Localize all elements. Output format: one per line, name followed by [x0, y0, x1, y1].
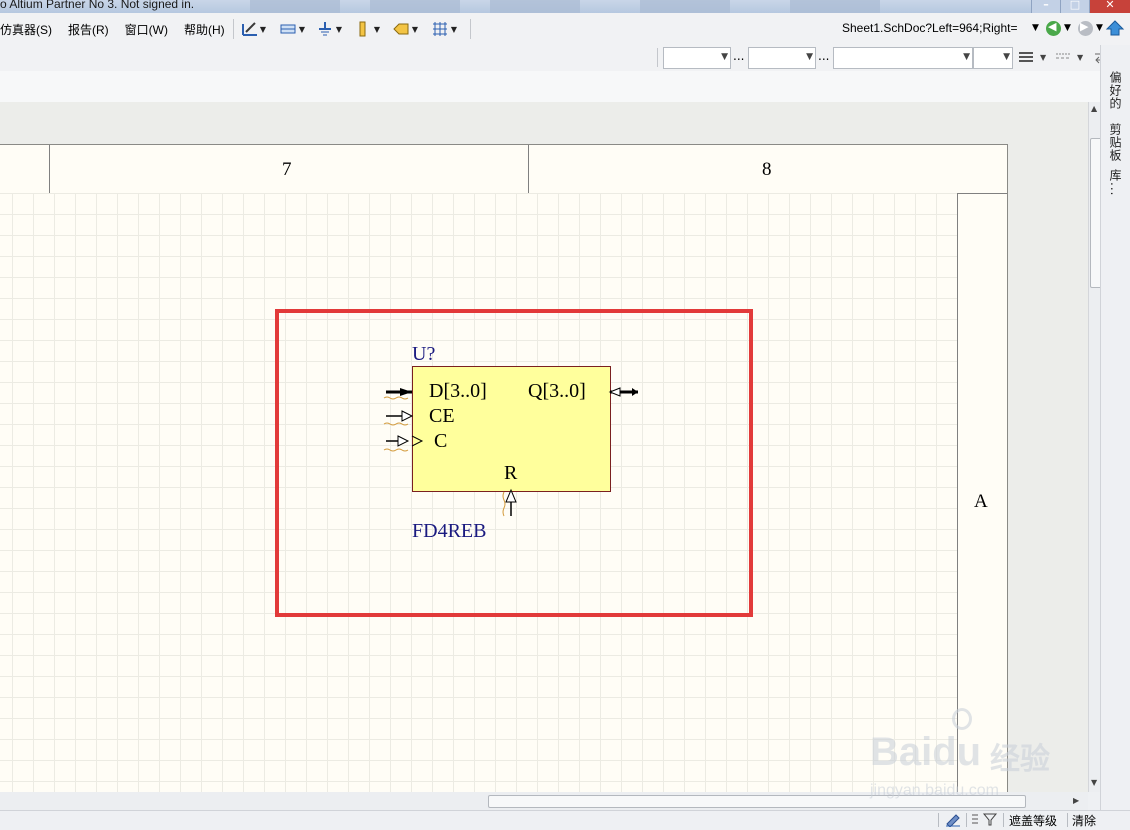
zone-header-row: 7 8 [0, 145, 1007, 194]
status-separator [966, 813, 967, 827]
pin-icon[interactable]: ▼ [354, 20, 380, 38]
menu-window[interactable]: 窗口(W) [125, 21, 168, 38]
right-panel: 偏好的 剪贴板 库... [1100, 45, 1130, 810]
window-title: o Altium Partner No 3. Not signed in. [0, 0, 195, 11]
back-icon[interactable]: ◀ [1046, 20, 1061, 36]
close-button[interactable]: ✕ [1089, 0, 1130, 13]
menu-bar: 仿真器(S) 报告(R) 窗口(W) 帮助(H) ▼ ▼ ▼ ▼ ▼ ▼ She… [0, 13, 1130, 45]
dropdown-arrow-icon: ▼ [963, 52, 970, 62]
taskbar-ghost [490, 0, 580, 13]
zone-row-label: A [974, 491, 988, 512]
pin-d-wavy [383, 396, 409, 400]
dropdown-arrow-icon: ▼ [1003, 52, 1010, 62]
status-separator [1067, 813, 1068, 827]
zone-column-label: 7 [282, 159, 292, 180]
taskbar-ghost [790, 0, 880, 13]
pin-ce-wavy [383, 422, 409, 426]
width-combo[interactable]: ▼ [973, 47, 1013, 69]
pin-ce-arrow [401, 410, 414, 422]
zone-column-label: 8 [762, 159, 772, 180]
pin-c-arrow [397, 435, 410, 447]
toolbar-separator [657, 48, 658, 67]
dropdown-arrow-icon: ▼ [721, 52, 728, 62]
ellipsis-label: ... [733, 49, 745, 63]
filter-icon[interactable] [970, 812, 1000, 830]
bus-icon[interactable]: ▼ [279, 20, 305, 38]
watermark-cn: 经验 [990, 742, 1050, 777]
component-designator[interactable]: U? [412, 343, 435, 366]
taskbar-ghost [250, 0, 340, 13]
port-icon[interactable]: ▼ [392, 20, 418, 38]
scroll-up-icon[interactable]: ▲ [1091, 104, 1097, 113]
tab-favorites[interactable]: 偏好的 [1107, 71, 1124, 110]
grid-icon[interactable]: ▼ [431, 20, 457, 38]
taskbar-ghost [640, 0, 730, 13]
clear-button[interactable]: 清除 [1072, 812, 1096, 829]
paw-icon [952, 708, 972, 730]
ground-icon[interactable]: ▼ [316, 20, 342, 38]
pin-q-arrow [608, 387, 621, 397]
zone-divider [49, 145, 50, 193]
tab-libraries[interactable]: 库... [1107, 169, 1124, 196]
watermark-brand: Baidu [870, 730, 981, 775]
ellipsis-label: ... [818, 49, 830, 63]
size-combo[interactable]: ▼ [748, 47, 816, 69]
menu-reports[interactable]: 报告(R) [68, 21, 109, 38]
component-pins [383, 387, 638, 517]
pin-c-clock [411, 435, 424, 447]
pin-q-tip [632, 388, 638, 396]
pin-r-wavy [502, 491, 506, 517]
address-dropdown-icon[interactable]: ▼ [1032, 23, 1039, 33]
toolbar-separator [470, 19, 471, 39]
watermark-brand-a: Bai [870, 730, 933, 774]
component-comment[interactable]: FD4REB [412, 520, 486, 543]
baidu-watermark: Baidu 经验 jingyan.baidu.com [870, 700, 1080, 810]
maximize-button[interactable]: □ [1060, 0, 1089, 13]
style-combo[interactable]: ▼ [833, 47, 973, 69]
document-address[interactable]: Sheet1.SchDoc?Left=964;Right= [842, 21, 1038, 37]
minimize-button[interactable]: – [1031, 0, 1060, 13]
dropdown-arrow-icon[interactable]: ▼ [1040, 53, 1046, 62]
line-weight-icon[interactable] [1018, 50, 1034, 64]
zone-divider [528, 145, 529, 193]
taskbar-ghost [370, 0, 460, 13]
pin-c-wavy [383, 448, 409, 452]
wire-pen-icon[interactable]: ▼ [240, 20, 266, 38]
document-tab-strip [0, 71, 1100, 103]
line-style-icon[interactable] [1055, 50, 1071, 64]
forward-icon[interactable]: ▶ [1078, 20, 1093, 36]
mask-level-button[interactable]: 遮盖等级 [1009, 812, 1057, 829]
status-separator [1003, 813, 1004, 827]
menu-help[interactable]: 帮助(H) [184, 21, 225, 38]
title-bar: o Altium Partner No 3. Not signed in. – … [0, 0, 1130, 13]
watermark-brand-b: du [932, 730, 982, 774]
edit-pen-icon[interactable] [944, 812, 962, 830]
format-toolbar: ▼ ... ▼ ... ▼ ▼ ▼ ▼ [0, 45, 1107, 72]
toolbar-separator [233, 19, 234, 39]
home-icon[interactable] [1105, 19, 1125, 37]
watermark-url: jingyan.baidu.com [870, 782, 999, 799]
pin-r-arrow [505, 488, 517, 503]
scroll-down-icon[interactable]: ▼ [1091, 778, 1097, 787]
status-bar: 遮盖等级 清除 [0, 810, 1130, 829]
dropdown-arrow-icon[interactable]: ▼ [1077, 53, 1083, 62]
tab-clipboard[interactable]: 剪贴板 [1107, 123, 1124, 162]
forward-dropdown-icon[interactable]: ▼ [1096, 23, 1103, 33]
dropdown-arrow-icon: ▼ [806, 52, 813, 62]
back-dropdown-icon[interactable]: ▼ [1064, 23, 1071, 33]
status-separator [938, 813, 939, 827]
font-combo[interactable]: ▼ [663, 47, 731, 69]
pin-d-arrow [400, 388, 412, 396]
menu-simulator[interactable]: 仿真器(S) [0, 21, 52, 38]
